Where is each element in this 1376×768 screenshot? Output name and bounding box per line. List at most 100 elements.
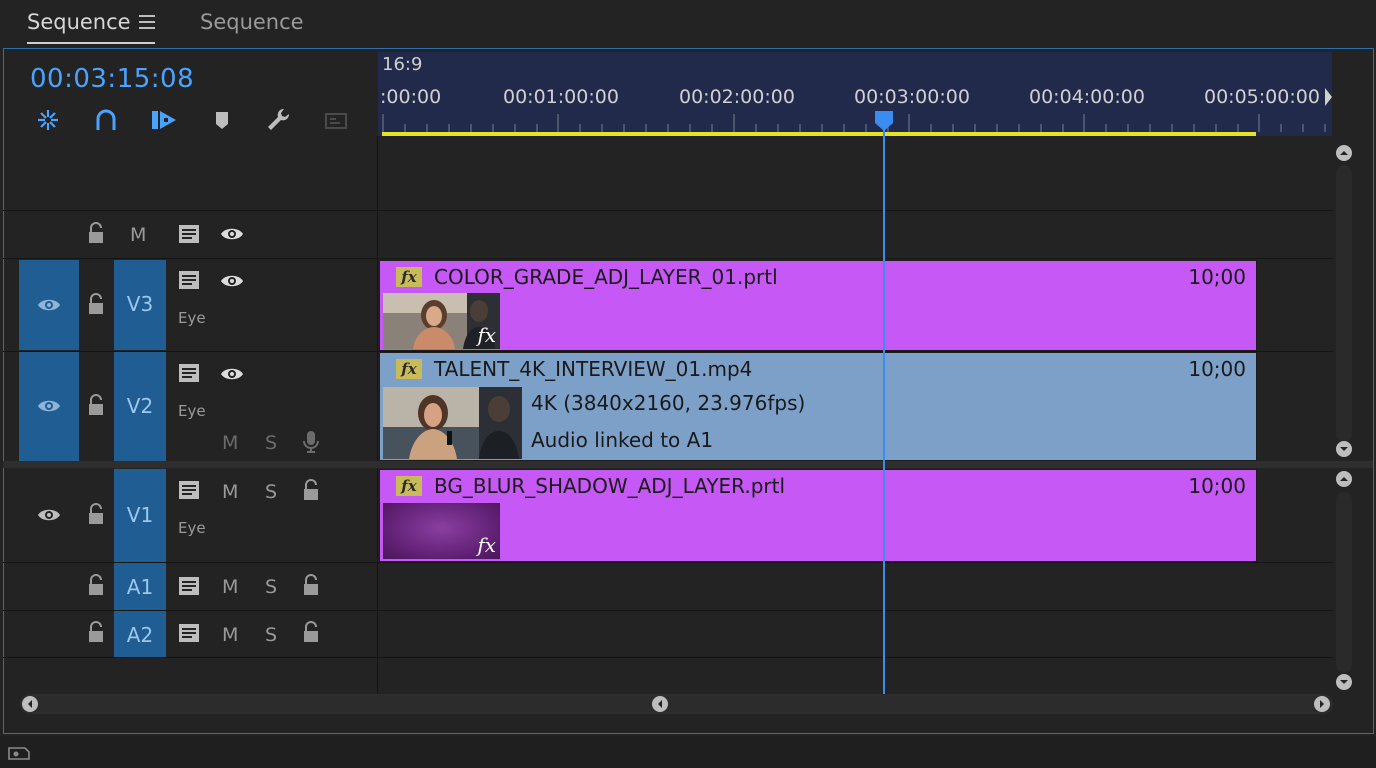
scroll-down-icon[interactable] (1335, 440, 1353, 458)
render-status-icon[interactable] (6, 744, 32, 762)
row-divider (3, 258, 1333, 259)
clip-thumbnail (383, 387, 522, 459)
tab-sequence[interactable]: Sequence (200, 10, 304, 34)
ruler-label-0: :00:00 (380, 86, 442, 108)
eye-icon[interactable] (37, 507, 61, 527)
sync-lock-icon[interactable] (178, 623, 200, 647)
clip-duration: 10;00 (1188, 474, 1246, 498)
clip-thumbnail: fx (383, 293, 500, 349)
eye-icon[interactable] (220, 273, 244, 293)
video-audio-divider[interactable] (3, 461, 1373, 468)
marker-icon[interactable] (208, 106, 236, 134)
clip-talent-interview[interactable]: fx TALENT_4K_INTERVIEW_01.mp4 10;00 4K (… (379, 352, 1257, 461)
linked-selection-icon[interactable] (150, 106, 178, 134)
solo-toggle[interactable]: S (265, 624, 277, 646)
snap-icon[interactable] (92, 106, 120, 134)
clip-duration: 10;00 (1188, 357, 1246, 381)
microphone-icon[interactable] (302, 430, 320, 458)
track-name-v2[interactable]: V2 (114, 394, 166, 418)
clip-name: COLOR_GRADE_ADJ_LAYER_01.prtl (434, 265, 778, 289)
captions-icon[interactable] (322, 106, 350, 134)
horizontal-scrollbar[interactable] (20, 694, 1333, 714)
track-name-v1[interactable]: V1 (114, 503, 166, 527)
tab-sequence-active[interactable]: Sequence (27, 10, 131, 34)
scroll-right-icon[interactable] (1313, 695, 1331, 713)
time-ruler[interactable]: 16:9 :00:00 00:01:00:00 00:02:00:00 00:0… (378, 52, 1332, 136)
mute-toggle[interactable]: M (222, 481, 238, 503)
mute-toggle[interactable]: M (222, 576, 238, 598)
vertical-scrollbar-audio[interactable] (1336, 492, 1352, 672)
aspect-ratio-label: 16:9 (382, 54, 423, 75)
eye-icon[interactable] (220, 366, 244, 386)
scroll-up-icon[interactable] (1335, 144, 1353, 162)
thumbnail-fx-label: fx (477, 533, 496, 557)
scroll-left-icon[interactable] (21, 695, 39, 713)
eye-icon[interactable] (37, 398, 61, 418)
ruler-label-1: 00:01:00:00 (503, 86, 619, 108)
sync-lock-icon[interactable] (178, 270, 200, 294)
track-name-a2[interactable]: A2 (114, 623, 166, 647)
playhead-line[interactable] (883, 120, 885, 694)
sync-lock-icon[interactable] (178, 363, 200, 387)
ruler-end-arrow (1325, 88, 1332, 106)
clip-bg-blur-shadow-adj-layer[interactable]: fx BG_BLUR_SHADOW_ADJ_LAYER.prtl 10;00 f… (379, 469, 1257, 562)
panel-tabs: Sequence Sequence (0, 0, 1376, 48)
sync-lock-icon[interactable] (178, 224, 200, 248)
timeline-window: Sequence Sequence 00:03:15:08 16:9 :00:0… (0, 0, 1376, 768)
mute-toggle[interactable]: M (222, 624, 238, 646)
playhead-timecode[interactable]: 00:03:15:08 (30, 64, 194, 94)
track-name-v3[interactable]: V3 (114, 292, 166, 316)
row-divider (3, 657, 1333, 658)
solo-toggle[interactable]: S (265, 481, 277, 503)
row-divider (3, 210, 1333, 211)
lock-icon[interactable] (301, 574, 321, 600)
vertical-scrollbar-video[interactable] (1336, 165, 1352, 441)
lock-icon[interactable] (86, 621, 106, 647)
nest-icon[interactable] (34, 106, 62, 134)
eye-label: Eye (178, 402, 206, 420)
eye-icon[interactable] (37, 297, 61, 317)
solo-toggle[interactable]: S (265, 576, 277, 598)
lock-icon[interactable] (86, 222, 106, 248)
eye-icon[interactable] (220, 226, 244, 246)
scroll-handle-left-icon[interactable] (651, 695, 669, 713)
fx-badge[interactable]: fx (396, 359, 422, 379)
scroll-up-icon[interactable] (1335, 470, 1353, 488)
lock-icon[interactable] (301, 621, 321, 647)
sync-lock-icon[interactable] (178, 576, 200, 600)
thumbnail-fx-label: fx (477, 323, 496, 347)
panel-menu-icon[interactable] (139, 15, 155, 29)
lock-icon[interactable] (86, 394, 106, 420)
lock-icon[interactable] (86, 503, 106, 529)
solo-toggle[interactable]: S (265, 432, 277, 454)
clip-color-grade-adj-layer[interactable]: fx COLOR_GRADE_ADJ_LAYER_01.prtl 10;00 f… (379, 260, 1257, 351)
lock-icon[interactable] (86, 574, 106, 600)
ruler-label-2: 00:02:00:00 (679, 86, 795, 108)
ruler-ticks (382, 114, 1326, 132)
sync-lock-icon[interactable] (178, 480, 200, 504)
mute-toggle[interactable]: M (222, 432, 238, 454)
ruler-label-5: 00:05:00:00 (1204, 86, 1320, 108)
ruler-label-4: 00:04:00:00 (1029, 86, 1145, 108)
wrench-icon[interactable] (264, 106, 292, 134)
lock-icon[interactable] (301, 479, 321, 505)
fx-badge[interactable]: fx (396, 476, 422, 496)
clip-thumbnail: fx (383, 503, 500, 559)
mute-toggle[interactable]: M (130, 224, 146, 246)
clip-resolution-info: 4K (3840x2160, 23.976fps) (531, 391, 806, 415)
eye-label: Eye (178, 309, 206, 327)
scroll-down-icon[interactable] (1335, 673, 1353, 691)
clip-audio-link-info: Audio linked to A1 (531, 428, 714, 452)
playhead-handle[interactable] (874, 110, 894, 132)
ruler-label-3: 00:03:00:00 (854, 86, 970, 108)
lock-icon[interactable] (86, 293, 106, 319)
tab-underline (27, 42, 155, 44)
clip-name: BG_BLUR_SHADOW_ADJ_LAYER.prtl (434, 474, 786, 498)
status-bar (0, 736, 1376, 768)
track-name-a1[interactable]: A1 (114, 575, 166, 599)
clip-duration: 10;00 (1188, 265, 1246, 289)
eye-label: Eye (178, 519, 206, 537)
fx-badge[interactable]: fx (396, 267, 422, 287)
row-divider (3, 610, 1333, 611)
clip-name: TALENT_4K_INTERVIEW_01.mp4 (434, 357, 753, 381)
